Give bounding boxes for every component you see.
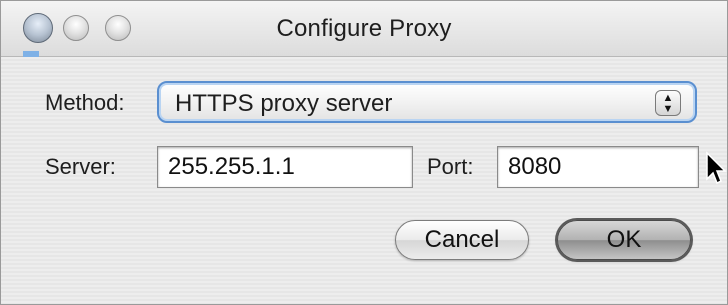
stepper-down-icon: ▼ <box>662 103 674 115</box>
method-popup[interactable]: HTTPS proxy server ▲ ▼ <box>157 81 697 123</box>
title-bar: Configure Proxy <box>1 1 727 57</box>
mouse-cursor-icon <box>706 151 727 185</box>
server-label: Server: <box>45 154 116 179</box>
method-selected-value: HTTPS proxy server <box>175 90 393 117</box>
configure-proxy-dialog: Configure Proxy Method: HTTPS proxy serv… <box>0 0 728 305</box>
port-field[interactable] <box>497 146 699 188</box>
popup-stepper-icon: ▲ ▼ <box>655 90 681 116</box>
server-field[interactable] <box>157 146 413 188</box>
method-label: Method: <box>45 90 125 115</box>
window-title: Configure Proxy <box>276 15 452 42</box>
port-label: Port: <box>427 154 474 179</box>
cancel-button[interactable]: Cancel <box>395 220 529 260</box>
focus-indicator <box>23 51 39 57</box>
ok-button[interactable]: OK <box>557 220 691 260</box>
